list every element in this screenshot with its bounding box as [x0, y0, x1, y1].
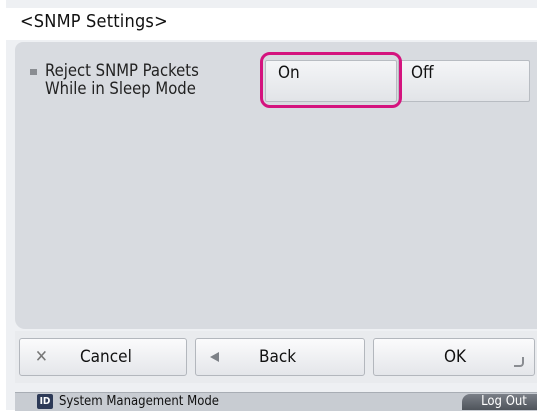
logout-button[interactable]: Log Out [462, 394, 537, 410]
id-icon: ID [37, 394, 53, 409]
close-icon: ✕ [35, 347, 48, 367]
setting-label-line1: Reject SNMP Packets [45, 61, 199, 80]
back-button[interactable]: Back [195, 338, 365, 376]
setting-label: Reject SNMP Packets While in Sleep Mode [45, 62, 199, 98]
off-button[interactable]: Off [398, 60, 530, 102]
cancel-label: Cancel [80, 347, 132, 367]
enter-icon [514, 357, 524, 367]
selection-highlight [260, 52, 402, 108]
ok-button[interactable]: OK [373, 338, 535, 376]
bullet-icon [30, 69, 37, 75]
off-button-label: Off [411, 63, 434, 83]
page-title: <SNMP Settings> [20, 11, 168, 32]
mode-label: System Management Mode [59, 394, 219, 409]
back-label: Back [259, 347, 297, 367]
cancel-button[interactable]: ✕ Cancel [19, 338, 187, 376]
ok-label: OK [444, 347, 467, 367]
back-arrow-icon [210, 352, 219, 362]
status-bar: ID System Management Mode Log Out [15, 392, 537, 411]
setting-label-line2: While in Sleep Mode [45, 79, 196, 98]
